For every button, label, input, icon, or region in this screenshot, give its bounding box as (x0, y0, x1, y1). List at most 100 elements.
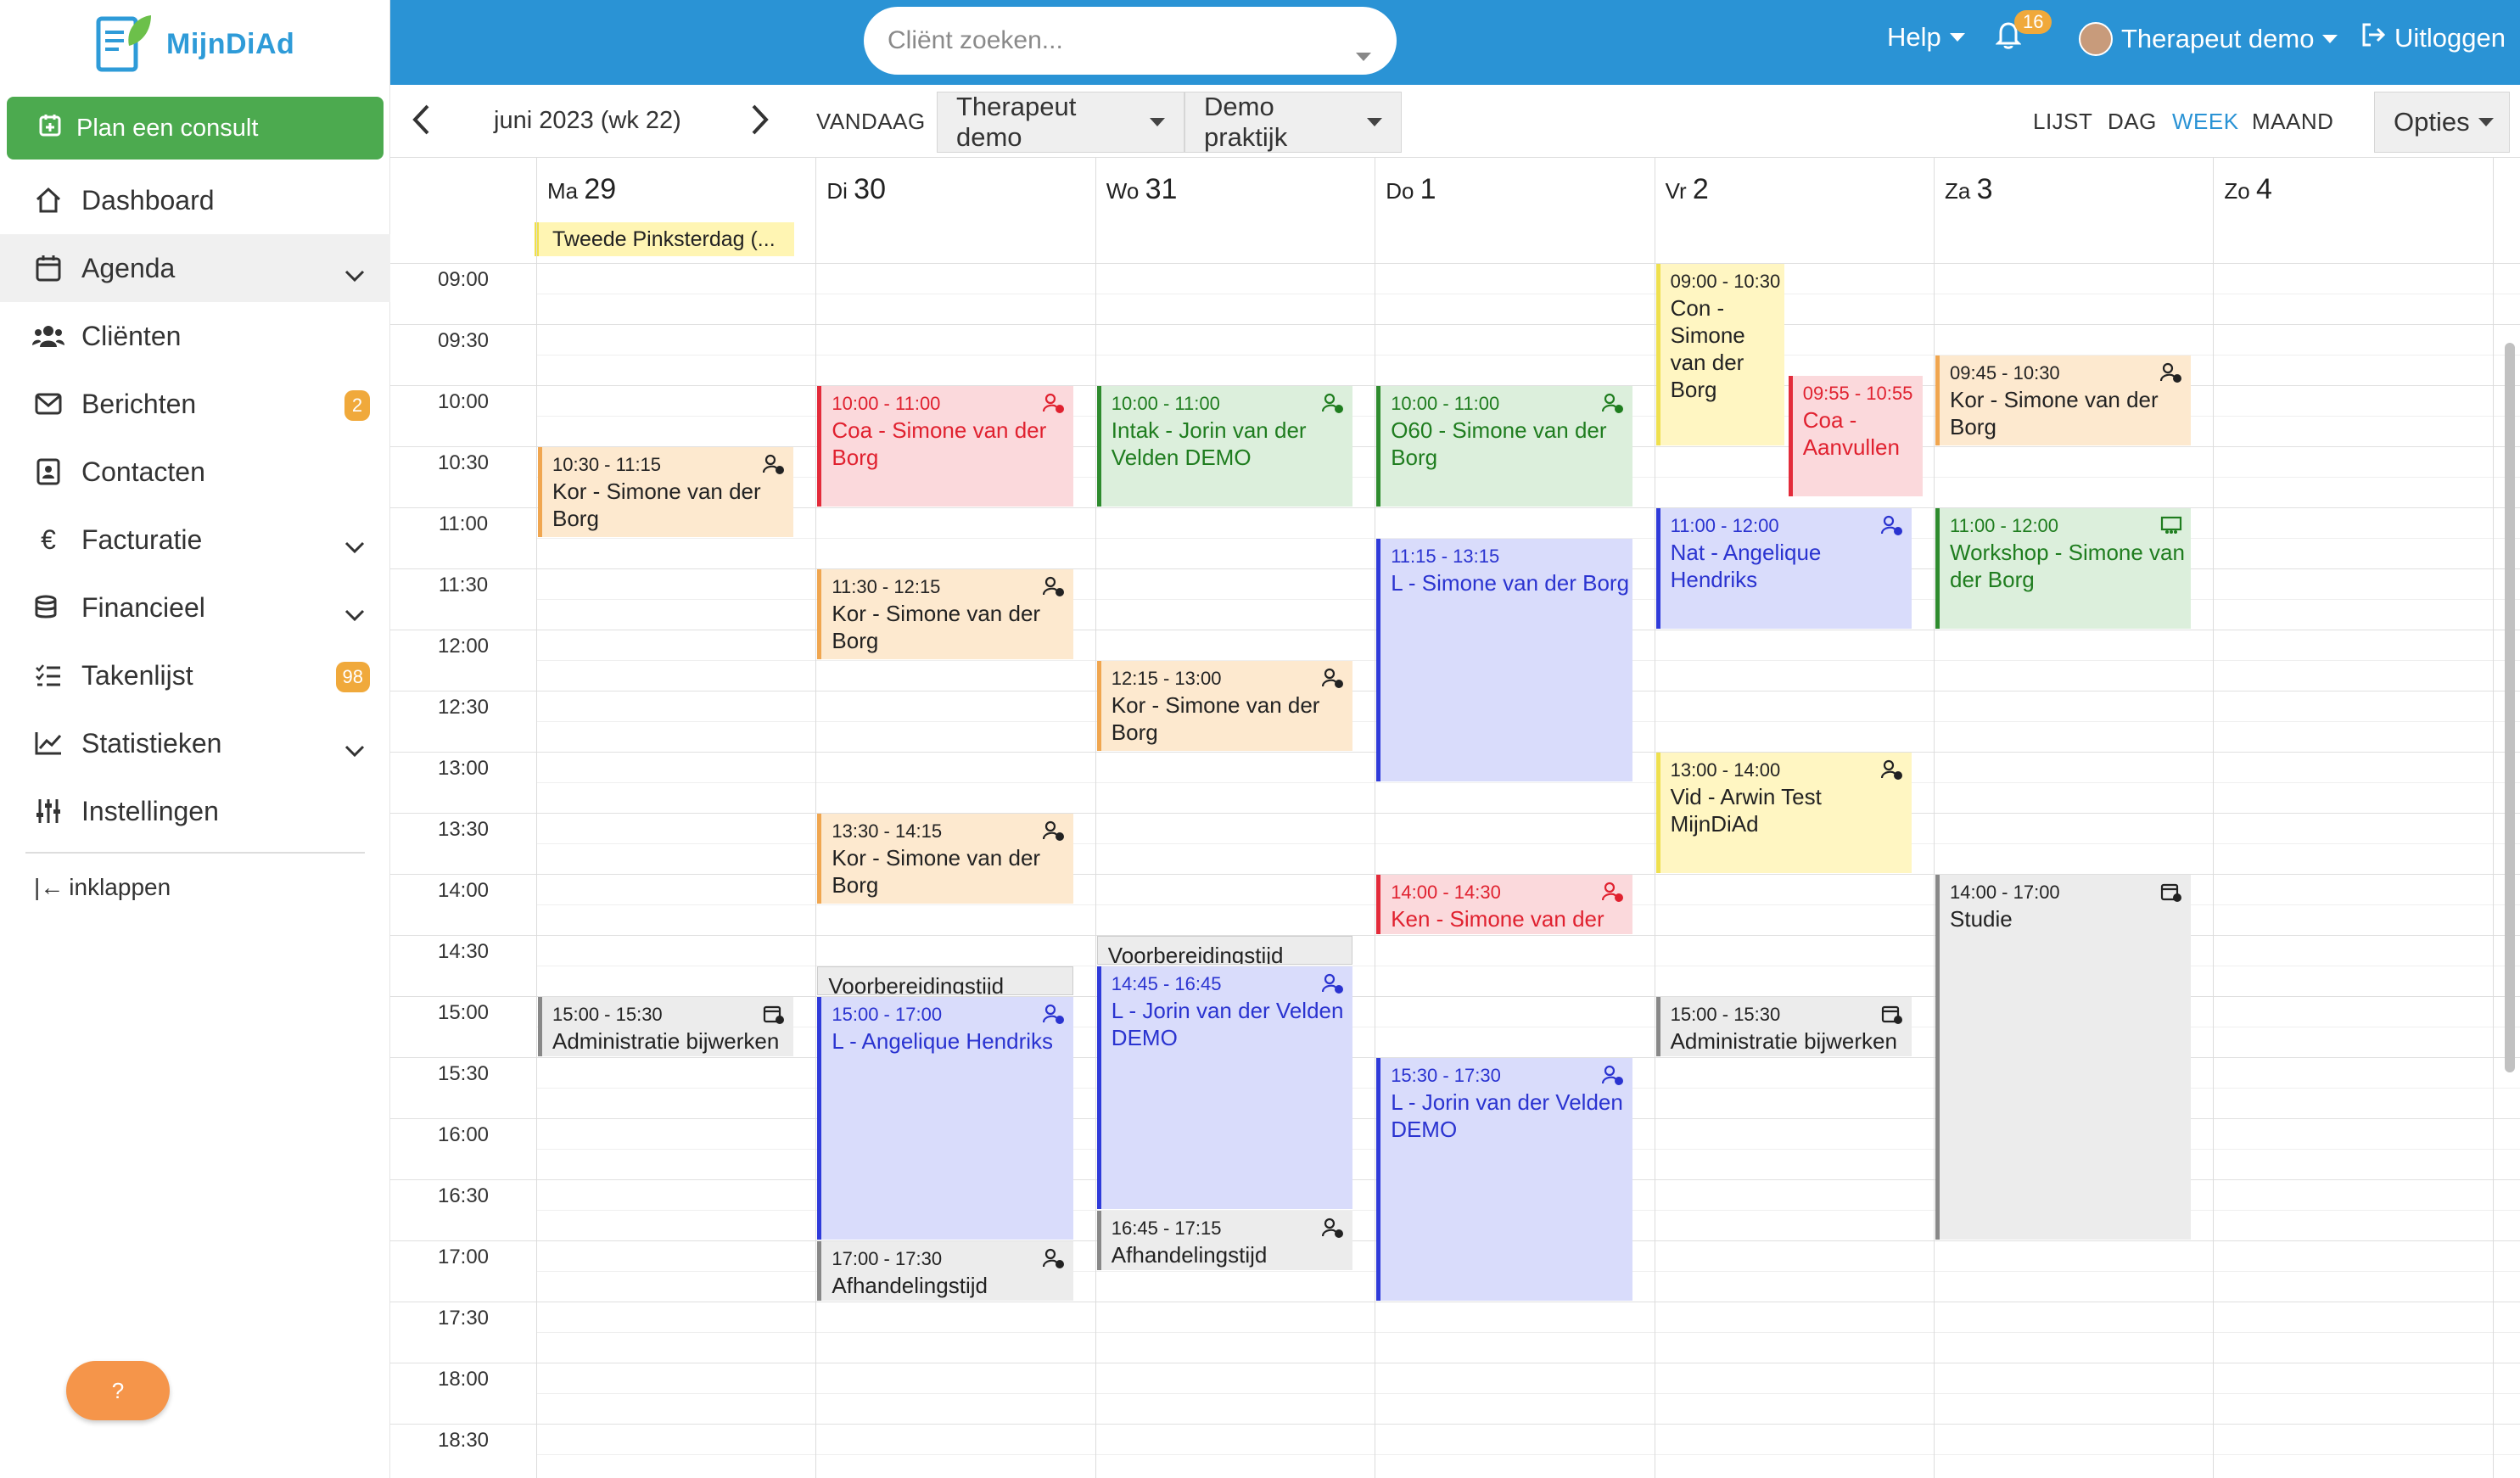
slot-line-quarter (536, 1454, 2520, 1455)
user-menu[interactable]: Therapeut demo (2079, 22, 2338, 56)
calendar-event[interactable]: 09:45 - 10:30 Kor - Simone van der Borg (1935, 356, 2192, 445)
logout-button[interactable]: Uitloggen (2360, 22, 2506, 54)
time-label: 10:00 (437, 390, 490, 413)
view-dag[interactable]: DAG (2108, 109, 2157, 135)
next-week-button[interactable] (750, 104, 770, 140)
notifications-button[interactable]: 16 (1995, 10, 2052, 56)
event-title: Intak - Jorin van der Velden DEMO (1111, 417, 1307, 470)
day-header[interactable]: Di 30 (815, 158, 1095, 263)
user-clock-icon (2160, 362, 2182, 384)
sidebar-item-clienten[interactable]: Cliënten (0, 302, 390, 370)
calendar-event[interactable]: 09:55 - 10:55 Coa - Aanvullen (1788, 376, 1923, 496)
practice-select[interactable]: Demo praktijk (1184, 92, 1402, 153)
client-search-input[interactable]: Cliënt zoeken... (864, 7, 1397, 75)
event-title: Coa - Aanvullen (1802, 407, 1900, 460)
help-menu[interactable]: Help (1887, 22, 1965, 53)
calendar-event[interactable]: 17:00 - 17:30 Afhandelingstijd (817, 1241, 1073, 1301)
day-number: 1 (1420, 173, 1436, 205)
user-name: Therapeut demo (2121, 24, 2315, 53)
calendar-event[interactable]: 10:00 - 11:00 Intak - Jorin van der Velde… (1096, 386, 1353, 507)
calendar-event[interactable]: 11:00 - 12:00 Nat - Angelique Hendriks (1655, 508, 1912, 629)
calendar-event[interactable]: 11:00 - 12:00 Workshop - Simone van der B… (1935, 508, 2192, 629)
sidebar-item-statistieken[interactable]: Statistieken (0, 709, 390, 777)
event-time: 14:00 - 14:30 (1391, 882, 1501, 903)
day-header[interactable]: Zo 4 (2213, 158, 2492, 263)
day-number: 30 (854, 173, 886, 205)
options-button[interactable]: Opties (2374, 92, 2510, 153)
today-button[interactable]: VANDAAG (816, 109, 926, 135)
view-week[interactable]: WEEK (2172, 109, 2239, 135)
sidebar-item-contacten[interactable]: Contacten (0, 438, 390, 506)
sidebar-item-facturatie[interactable]: € Facturatie (0, 506, 390, 574)
user-clock-icon (1042, 1248, 1065, 1270)
calendar-event[interactable]: 12:15 - 13:00 Kor - Simone van der Borg (1096, 661, 1353, 751)
sidebar-item-label: Statistieken (81, 727, 222, 759)
gutter-line (390, 263, 536, 264)
day-of-week: Do (1386, 178, 1420, 204)
slot-line (536, 1424, 2520, 1425)
collapse-sidebar-button[interactable]: |← inklappen (34, 874, 171, 901)
day-header[interactable]: Za 3 (1934, 158, 2213, 263)
calendar-event[interactable]: 14:45 - 16:45 L - Jorin van der Velden DE… (1096, 966, 1353, 1209)
calendar-event[interactable]: 14:00 - 14:30 Ken - Simone van der (1376, 875, 1632, 934)
sidebar-item-dashboard[interactable]: Dashboard (0, 166, 390, 234)
calendar-event[interactable]: 09:00 - 10:30 Con - Simone van der Borg (1655, 264, 1785, 445)
event-title: Vid - Arwin Test MijnDiAd (1670, 784, 1822, 837)
calendar-event[interactable]: 10:30 - 11:15 Kor - Simone van der Borg (538, 447, 794, 537)
sidebar-item-takenlijst[interactable]: Takenlijst 98 (0, 641, 390, 709)
calendar-event[interactable]: 11:15 - 13:15 L - Simone van der Borg (1376, 539, 1632, 781)
holiday-event[interactable]: Tweede Pinksterdag (... (535, 222, 794, 256)
day-of-week: Ma (547, 178, 585, 204)
calendar-clock-icon (763, 1004, 785, 1026)
brand-name: MijnDiAd (166, 27, 295, 60)
plan-consult-button[interactable]: Plan een consult (7, 97, 384, 160)
time-label: 14:30 (437, 940, 490, 963)
options-label: Opties (2394, 107, 2470, 137)
berichten-count-badge: 2 (344, 390, 370, 421)
calendar-event[interactable]: 11:30 - 12:15 Kor - Simone van der Borg (817, 569, 1073, 659)
time-label: 13:00 (437, 757, 490, 780)
time-label: 13:30 (437, 818, 490, 841)
brand-logo[interactable]: MijnDiAd (95, 10, 294, 78)
gutter-line (390, 568, 536, 569)
user-clock-icon (1880, 759, 1903, 781)
calendar-event[interactable]: 15:00 - 15:30 Administratie bijwerken (1655, 997, 1912, 1056)
prev-week-button[interactable] (411, 104, 431, 140)
calendar-event[interactable]: 13:30 - 14:15 Kor - Simone van der Borg (817, 814, 1073, 904)
logout-icon (2360, 22, 2386, 54)
calendar-event[interactable]: 14:00 - 17:00 Studie (1935, 875, 2192, 1240)
caret-down-icon (1367, 118, 1382, 126)
sidebar-item-label: Agenda (81, 252, 176, 283)
calendar-plus-icon (39, 113, 61, 143)
calendar-event[interactable]: 15:00 - 17:00 L - Angelique Hendriks (817, 997, 1073, 1240)
prep-time-block[interactable]: Voorbereidingstijd (1096, 936, 1353, 965)
therapist-select[interactable]: Therapeut demo (937, 92, 1184, 153)
calendar-event[interactable]: 15:00 - 15:30 Administratie bijwerken (538, 997, 794, 1056)
event-title: Afhandelingstijd (832, 1273, 988, 1298)
day-header[interactable]: Do 1 (1375, 158, 1654, 263)
day-header[interactable]: Vr 2 (1654, 158, 1934, 263)
help-fab-button[interactable]: ? (66, 1361, 170, 1420)
event-title: Kor - Simone van der Borg (832, 845, 1041, 898)
sidebar-item-label: Financieel (81, 591, 205, 623)
view-lijst[interactable]: LIJST (2033, 109, 2092, 135)
view-maand[interactable]: MAAND (2252, 109, 2333, 135)
sidebar-item-berichten[interactable]: Berichten 2 (0, 370, 390, 438)
day-header[interactable]: Wo 31 (1095, 158, 1375, 263)
prep-time-block[interactable]: Voorbereidingstijd (817, 966, 1073, 995)
calendar-event[interactable]: 16:45 - 17:15 Afhandelingstijd (1096, 1211, 1353, 1270)
sidebar-item-financieel[interactable]: Financieel (0, 574, 390, 641)
calendar-event[interactable]: 10:00 - 11:00 Coa - Simone van der Borg (817, 386, 1073, 507)
time-label: 09:30 (437, 329, 490, 352)
event-title: Administratie bijwerken (1670, 1028, 1897, 1054)
calendar-event[interactable]: 13:00 - 14:00 Vid - Arwin Test MijnDiAd (1655, 753, 1912, 873)
user-clock-icon (1042, 393, 1065, 415)
day-number: 29 (584, 173, 617, 205)
gutter-line (390, 324, 536, 325)
sidebar-item-agenda[interactable]: Agenda (0, 234, 390, 302)
calendar-event[interactable]: 10:00 - 11:00 O60 - Simone van der Borg (1376, 386, 1632, 507)
sidebar-item-instellingen[interactable]: Instellingen (0, 777, 390, 845)
calendar-event[interactable]: 15:30 - 17:30 L - Jorin van der Velden DE… (1376, 1058, 1632, 1301)
calendar-scrollbar[interactable] (2505, 343, 2515, 1072)
chevron-down-icon (344, 258, 365, 289)
